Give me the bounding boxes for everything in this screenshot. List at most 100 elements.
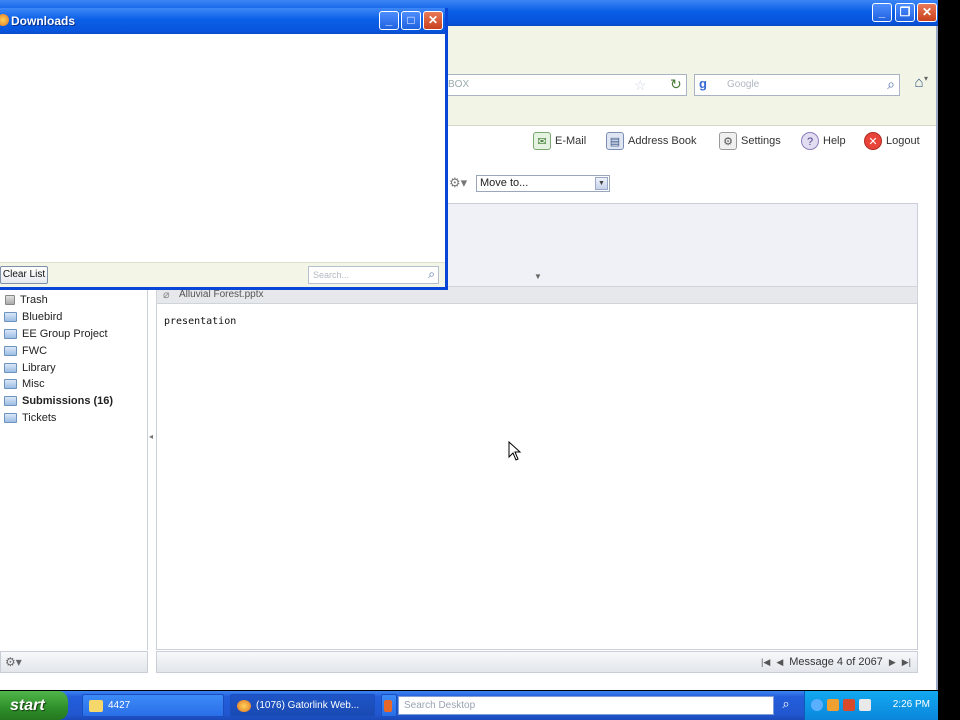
desktop-search-icon[interactable]: ⌕: [776, 696, 796, 715]
folder-item-trash[interactable]: Trash: [0, 292, 48, 308]
folder-label: Tickets: [22, 412, 57, 424]
downloads-list: [0, 34, 445, 262]
folder-label: Submissions (16): [22, 395, 114, 407]
folder-options-gear-icon[interactable]: ⚙▾: [5, 655, 22, 669]
message-actions-gear-icon[interactable]: ⚙▾: [449, 175, 467, 191]
mouse-pointer-icon: [508, 441, 522, 461]
previous-page-icon[interactable]: ◀: [776, 657, 783, 668]
clear-list-button[interactable]: Clear List: [0, 266, 48, 284]
first-page-icon[interactable]: |◀: [761, 657, 770, 668]
pager-label: Message 4 of 2067: [789, 656, 883, 668]
system-tray: 2:26 PM: [804, 691, 938, 720]
back-arrow-icon[interactable]: [811, 699, 823, 711]
help-link[interactable]: ? Help: [801, 131, 846, 151]
downloads-minimize-button[interactable]: _: [379, 11, 399, 30]
email-label: E-Mail: [555, 135, 587, 147]
address-book-icon: ▤: [606, 132, 624, 150]
folder-list: Trash Bluebird EE Group Project FWC Libr…: [0, 290, 148, 650]
folder-icon: [4, 379, 17, 389]
bookmark-star-icon[interactable]: ☆: [634, 77, 647, 94]
url-text: BOX: [448, 79, 470, 90]
desktop-search-input[interactable]: Search Desktop: [398, 696, 774, 715]
downloads-footer: Clear List Search... ⌕: [0, 262, 445, 287]
browser-minimize-button[interactable]: _: [872, 3, 892, 22]
downloads-titlebar[interactable]: Downloads _ □ ✕: [0, 8, 445, 34]
downloads-close-button[interactable]: ✕: [423, 11, 443, 30]
move-to-value: Move to...: [480, 177, 529, 189]
folder-item-bluebird[interactable]: Bluebird: [0, 309, 62, 325]
folder-icon: [4, 329, 17, 339]
folder-item-submissions[interactable]: Submissions (16): [0, 393, 113, 409]
settings-label: Settings: [741, 135, 781, 147]
app-icon: [384, 699, 392, 712]
taskbar-item-folder[interactable]: 4427: [82, 694, 224, 717]
folder-item-fwc[interactable]: FWC: [0, 343, 47, 359]
google-engine-icon[interactable]: g: [699, 76, 717, 94]
web-search-bar[interactable]: g Google ⌕: [694, 74, 900, 96]
email-icon: ✉: [533, 132, 551, 150]
tray-app-icon[interactable]: [827, 699, 839, 711]
logout-label: Logout: [886, 135, 920, 147]
desktop-search-placeholder: Search Desktop: [404, 700, 476, 711]
folder-icon: [4, 346, 17, 356]
folder-item-tickets[interactable]: Tickets: [0, 410, 56, 426]
security-shield-icon[interactable]: [843, 699, 855, 711]
reload-icon[interactable]: ↻: [670, 76, 682, 93]
downloads-window: Downloads _ □ ✕ Clear List Search... ⌕: [0, 8, 448, 290]
folder-label: Bluebird: [22, 311, 63, 323]
attachment-link[interactable]: Alluvial Forest.pptx: [179, 289, 263, 300]
pager: |◀ ◀ Message 4 of 2067 ▶ ▶|: [761, 656, 911, 668]
tray-clock: 2:26 PM: [892, 699, 930, 710]
downloads-search-placeholder: Search...: [313, 270, 350, 280]
folder-icon: [4, 396, 17, 406]
folder-label: EE Group Project: [22, 328, 108, 340]
last-page-icon[interactable]: ▶|: [902, 657, 911, 668]
settings-link[interactable]: ⚙ Settings: [719, 131, 781, 151]
help-icon: ?: [801, 132, 819, 150]
web-search-placeholder: Google: [727, 79, 760, 90]
firefox-icon: [0, 14, 9, 26]
next-page-icon[interactable]: ▶: [889, 657, 896, 668]
logout-link[interactable]: ✕ Logout: [864, 131, 920, 151]
folder-label: Misc: [22, 378, 45, 390]
downloads-title: Downloads: [11, 14, 76, 28]
move-to-select[interactable]: Move to... ▼: [476, 175, 610, 192]
folder-item-misc[interactable]: Misc: [0, 376, 45, 392]
address-book-label: Address Book: [628, 135, 697, 147]
chevron-down-icon: ▼: [595, 177, 608, 190]
home-icon[interactable]: ⌂: [908, 74, 930, 96]
taskbar-item-label: (1076) Gatorlink Web...: [256, 700, 360, 711]
folder-list-footer: ⚙▾: [0, 651, 148, 673]
taskbar-item-browser[interactable]: (1076) Gatorlink Web...: [230, 694, 375, 717]
taskbar-item-extra[interactable]: [381, 694, 397, 717]
start-button[interactable]: start: [0, 691, 68, 720]
email-link[interactable]: ✉ E-Mail: [533, 131, 586, 151]
address-book-link[interactable]: ▤ Address Book: [606, 131, 696, 151]
settings-icon: ⚙: [719, 132, 737, 150]
url-bar[interactable]: BOX ☆ ↻: [447, 74, 687, 96]
header-expand-icon[interactable]: ▼: [534, 272, 542, 281]
search-icon[interactable]: ⌕: [428, 267, 435, 282]
downloads-maximize-button[interactable]: □: [401, 11, 421, 30]
logout-icon: ✕: [864, 132, 882, 150]
help-label: Help: [823, 135, 846, 147]
browser-close-button[interactable]: ✕: [917, 3, 937, 22]
firefox-icon: [237, 699, 251, 712]
pane-splitter-handle[interactable]: ◂: [149, 432, 153, 441]
folder-icon: [4, 312, 17, 322]
downloads-search-input[interactable]: Search... ⌕: [308, 266, 439, 284]
folder-icon: [89, 699, 103, 712]
search-icon[interactable]: ⌕: [887, 76, 895, 93]
folder-icon: [4, 413, 17, 423]
network-icon[interactable]: [859, 699, 871, 711]
message-footer: |◀ ◀ Message 4 of 2067 ▶ ▶|: [156, 651, 918, 673]
folder-item-library[interactable]: Library: [0, 360, 56, 376]
folder-label: FWC: [22, 345, 48, 357]
message-body: presentation: [156, 304, 918, 650]
folder-label: Library: [22, 362, 56, 374]
message-body-text: presentation: [164, 316, 237, 327]
taskbar-item-label: 4427: [108, 700, 131, 711]
trash-icon: [5, 295, 15, 305]
folder-item-ee-group-project[interactable]: EE Group Project: [0, 326, 108, 342]
browser-maximize-button[interactable]: ❐: [895, 3, 915, 22]
